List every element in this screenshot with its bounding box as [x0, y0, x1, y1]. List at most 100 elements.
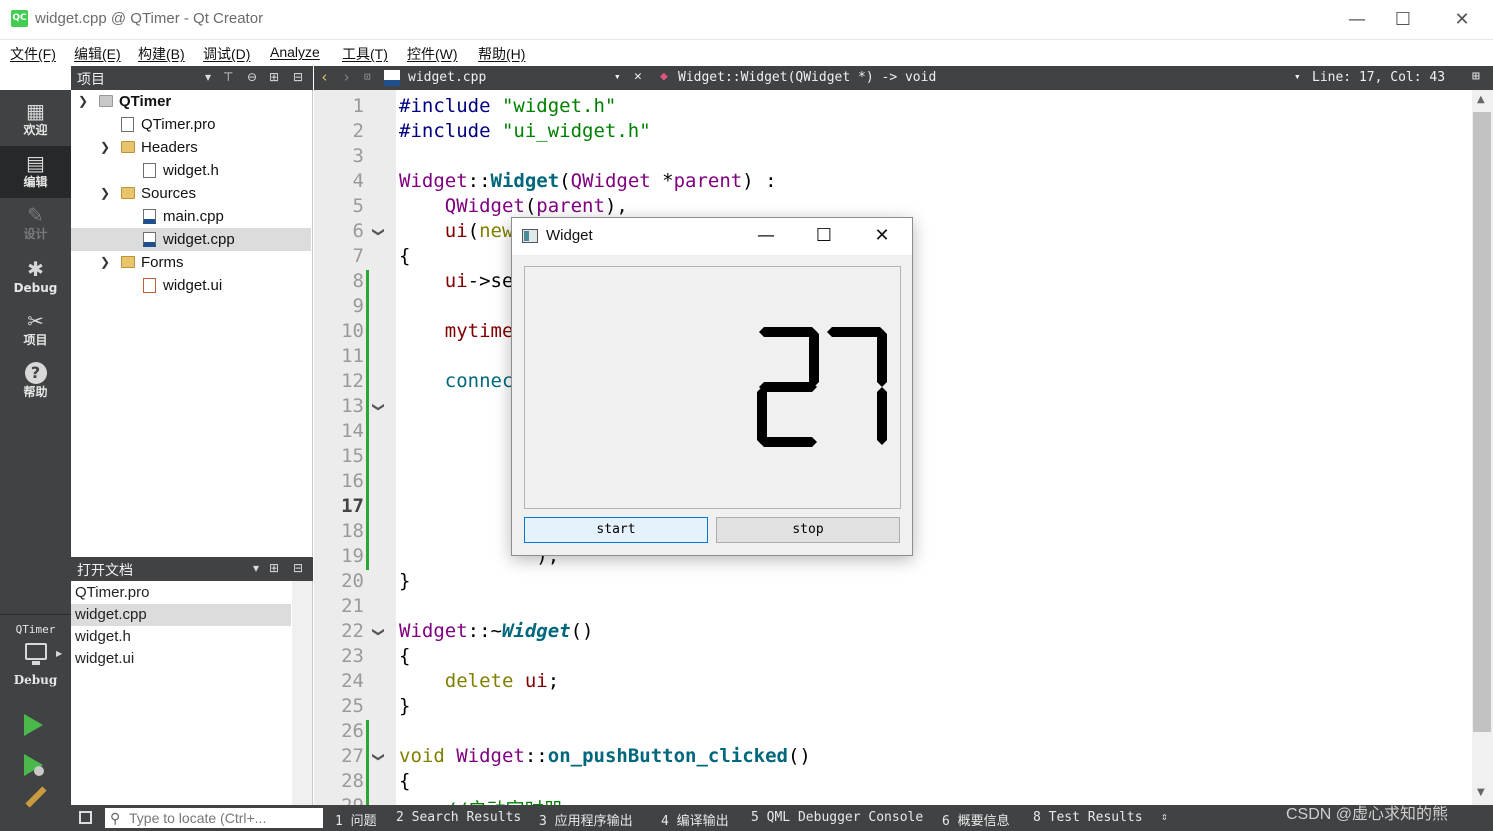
cursor-position[interactable]: Line: 17, Col: 43	[1312, 70, 1445, 85]
project-folder-icon	[99, 95, 113, 107]
tree-item-headers[interactable]: ❯ Headers	[71, 136, 311, 159]
stop-button[interactable]: stop	[716, 517, 900, 543]
widget-maximize-button[interactable]: ☐	[804, 222, 844, 250]
code-line[interactable]: ui->se	[399, 270, 514, 292]
code-line[interactable]: void Widget::on_pushButton_clicked()	[399, 745, 811, 767]
close-pane-icon[interactable]: ⊟	[293, 561, 303, 575]
output-tab-compile[interactable]: 4 编译输出	[661, 810, 729, 829]
editor-scrollbar[interactable]: ▲ ▼	[1472, 90, 1493, 805]
code-line[interactable]: Widget::~Widget()	[399, 620, 594, 642]
code-line[interactable]: }	[399, 570, 410, 592]
symbol-selector[interactable]: Widget::Widget(QWidget *) -> void	[678, 70, 936, 85]
code-line[interactable]: #include "widget.h"	[399, 95, 616, 117]
project-pane-title: 项目	[77, 72, 105, 88]
code-line[interactable]: }	[399, 695, 410, 717]
mode-projects[interactable]: ✂ 项目	[0, 304, 71, 356]
code-line[interactable]: QWidget(parent),	[399, 195, 628, 217]
code-line[interactable]: //启动定时器	[399, 795, 563, 805]
locator-input[interactable]: ⚲ Type to locate (Ctrl+...	[105, 808, 323, 828]
file-dropdown-icon[interactable]: ▾	[614, 70, 621, 83]
split-editor-icon[interactable]: ⊞	[1472, 69, 1480, 84]
collapse-arrow-icon[interactable]: ❯	[100, 182, 110, 205]
tree-item-forms[interactable]: ❯ Forms	[71, 251, 311, 274]
code-line[interactable]: ui(new	[399, 220, 514, 242]
tree-item-widget-h[interactable]: widget.h	[71, 159, 311, 182]
mode-sidebar: ▦ 欢迎 ▤ 编辑 ✎ 设计 ✱ Debug ✂ 项目 ? 帮助 QTimer …	[0, 90, 71, 831]
tree-item-main-cpp[interactable]: main.cpp	[71, 205, 311, 228]
mode-debug[interactable]: ✱ Debug	[0, 252, 71, 304]
toggle-sidebar-icon[interactable]	[79, 811, 92, 824]
collapse-arrow-icon[interactable]: ❯	[78, 90, 88, 113]
output-tab-tests[interactable]: 8 Test Results	[1033, 810, 1143, 825]
tree-item-project[interactable]: ❯ QTimer	[71, 90, 311, 113]
link-icon[interactable]: ⊖	[247, 70, 257, 84]
code-line[interactable]: delete ui;	[399, 670, 559, 692]
split-icon[interactable]: ⊞	[269, 70, 279, 84]
mode-edit[interactable]: ▤ 编辑	[0, 146, 71, 198]
output-tab-app-output[interactable]: 3 应用程序输出	[539, 810, 633, 829]
widget-close-button[interactable]: ✕	[862, 222, 902, 250]
tree-item-pro[interactable]: QTimer.pro	[71, 113, 311, 136]
start-button[interactable]: start	[524, 517, 708, 543]
open-doc-item[interactable]: widget.ui	[71, 648, 291, 670]
widget-title-bar[interactable]: Widget — ☐ ✕	[512, 218, 912, 255]
collapse-arrow-icon[interactable]: ❯	[100, 251, 110, 274]
mode-welcome[interactable]: ▦ 欢迎	[0, 94, 71, 146]
fold-arrow-icon[interactable]: ❯	[372, 627, 386, 637]
output-tab-qml-debugger[interactable]: 5 QML Debugger Console	[751, 810, 923, 825]
menu-edit[interactable]: 编辑(E)	[74, 44, 121, 64]
open-doc-item[interactable]: widget.h	[71, 626, 291, 648]
run-icon[interactable]	[24, 714, 43, 736]
code-line[interactable]: {	[399, 645, 410, 667]
output-tab-search[interactable]: 2 Search Results	[396, 810, 521, 825]
menu-controls[interactable]: 控件(W)	[407, 44, 458, 64]
menu-build[interactable]: 构建(B)	[138, 44, 185, 64]
open-doc-item[interactable]: QTimer.pro	[71, 582, 291, 604]
open-doc-item[interactable]: widget.cpp	[71, 604, 291, 626]
widget-minimize-button[interactable]: —	[746, 222, 786, 250]
code-line[interactable]: connec	[399, 370, 514, 392]
close-button[interactable]: ✕	[1439, 6, 1485, 34]
build-hammer-icon[interactable]	[25, 786, 47, 808]
menu-tools[interactable]: 工具(T)	[342, 44, 388, 64]
symbol-dropdown-icon[interactable]: ▾	[1294, 70, 1301, 83]
tree-item-widget-ui[interactable]: widget.ui	[71, 274, 311, 297]
output-tab-issues[interactable]: 1 问题	[335, 810, 377, 829]
collapse-arrow-icon[interactable]: ❯	[100, 136, 110, 159]
close-file-icon[interactable]: ✕	[634, 69, 642, 84]
fold-arrow-icon[interactable]: ❯	[372, 752, 386, 762]
view-dropdown-icon[interactable]: ▾	[253, 561, 259, 575]
fold-arrow-icon[interactable]: ❯	[372, 402, 386, 412]
menu-help[interactable]: 帮助(H)	[478, 44, 525, 64]
mode-design[interactable]: ✎ 设计	[0, 198, 71, 250]
code-line[interactable]: {	[399, 245, 410, 267]
split-icon[interactable]: ⊞	[269, 561, 279, 575]
scrollbar-thumb[interactable]	[1473, 112, 1491, 732]
editor-file-name[interactable]: widget.cpp	[408, 70, 486, 85]
fold-arrow-icon[interactable]: ❯	[372, 227, 386, 237]
close-pane-icon[interactable]: ⊟	[293, 70, 303, 84]
menu-file[interactable]: 文件(F)	[10, 44, 56, 64]
line-number: 6	[352, 220, 364, 242]
forward-arrow-icon[interactable]: ›	[342, 68, 351, 86]
code-line[interactable]: mytime	[399, 320, 514, 342]
tree-item-sources[interactable]: ❯ Sources	[71, 182, 311, 205]
minimize-button[interactable]: —	[1334, 6, 1380, 34]
mode-help[interactable]: ? 帮助	[0, 356, 71, 408]
scroll-down-icon[interactable]: ▼	[1477, 787, 1485, 798]
filter-icon[interactable]: ⊤	[223, 70, 233, 84]
output-tab-summary[interactable]: 6 概要信息	[942, 810, 1010, 829]
code-line[interactable]: Widget::Widget(QWidget *parent) :	[399, 170, 777, 192]
code-line[interactable]: {	[399, 770, 410, 792]
kit-selector[interactable]: QTimer ▶ Debug	[0, 614, 71, 692]
scroll-up-icon[interactable]: ▲	[1477, 94, 1485, 105]
more-tabs-icon[interactable]: ⇕	[1161, 810, 1168, 823]
menu-debug[interactable]: 调试(D)	[203, 44, 250, 64]
maximize-button[interactable]: ☐	[1380, 6, 1426, 34]
tree-item-widget-cpp[interactable]: widget.cpp	[71, 228, 311, 251]
view-dropdown-icon[interactable]: ▾	[205, 70, 211, 84]
menu-analyze[interactable]: Analyze	[270, 44, 320, 60]
back-arrow-icon[interactable]: ‹	[320, 68, 329, 86]
code-line[interactable]: #include "ui_widget.h"	[399, 120, 651, 142]
open-documents-scrollbar[interactable]	[292, 581, 312, 805]
